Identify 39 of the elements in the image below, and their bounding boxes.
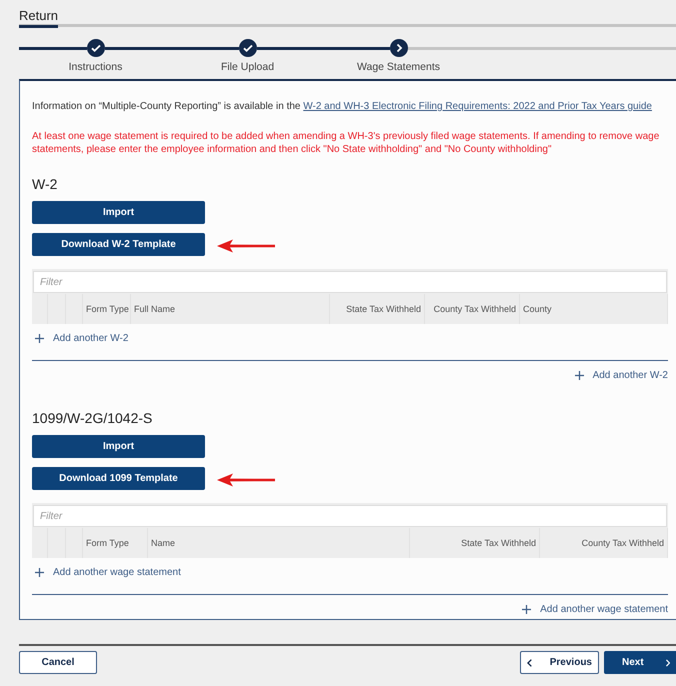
download-template-button[interactable]: Download W-2 Template <box>32 233 205 256</box>
previous-button[interactable]: Previous <box>520 651 599 674</box>
step-label: Instructions <box>68 61 122 73</box>
info-text: Information on “Multiple-County Reporting” is available in the W-2 and WH-3 Electronic Filing Requirements: 2022 and Prior Tax Years guide <box>32 101 653 112</box>
section-heading: 1099/W-2G/1042-S <box>32 410 154 426</box>
add-link[interactable]: Add another wage statement <box>53 566 181 578</box>
next-button[interactable]: Next <box>604 651 676 674</box>
arrow-icon <box>217 472 275 486</box>
column-header: County <box>523 304 552 314</box>
import-button[interactable]: Import <box>32 201 205 224</box>
column-header: Form Type <box>86 304 129 314</box>
return-tab[interactable]: Return <box>19 8 58 28</box>
chevron-left-icon <box>527 658 532 666</box>
column-header: State Tax Withheld <box>461 538 536 548</box>
import-button[interactable]: Import <box>32 435 205 458</box>
column-header: County Tax Withheld <box>582 538 664 548</box>
step-label: Wage Statements <box>356 61 440 73</box>
arrow-icon <box>217 238 275 252</box>
column-header: Full Name <box>134 304 176 314</box>
filter-field[interactable]: Filter <box>33 271 667 293</box>
plus-icon <box>522 604 532 614</box>
download-template-button[interactable]: Download 1099 Template <box>32 467 205 490</box>
add-link[interactable]: Add another wage statement <box>540 604 668 614</box>
cancel-button[interactable]: Cancel <box>19 651 97 674</box>
column-header: Form Type <box>86 538 129 548</box>
column-header: State Tax Withheld <box>346 304 421 314</box>
plus-icon <box>35 334 44 342</box>
section-heading: W-2 <box>32 176 58 192</box>
column-header: County Tax Withheld <box>434 304 516 314</box>
column-header: Name <box>151 538 176 548</box>
plus-icon <box>35 568 44 576</box>
step-label: File Upload <box>220 61 274 73</box>
add-link[interactable]: Add another W-2 <box>592 370 668 380</box>
add-link[interactable]: Add another W-2 <box>53 332 128 344</box>
chevron-right-icon <box>666 658 670 666</box>
guide-link[interactable]: W-2 and WH-3 Electronic Filing Requirements: 2022 and Prior Tax Years guide <box>303 101 652 112</box>
plus-icon <box>574 370 584 380</box>
warning-text: At least one wage statement is required to be added when amending a WH-3's previously filed wage statements. If amending to remove wage statements, please enter the employee information and then click "No State withholding" and "No County withholding" <box>32 130 660 156</box>
filter-field[interactable]: Filter <box>33 505 667 527</box>
